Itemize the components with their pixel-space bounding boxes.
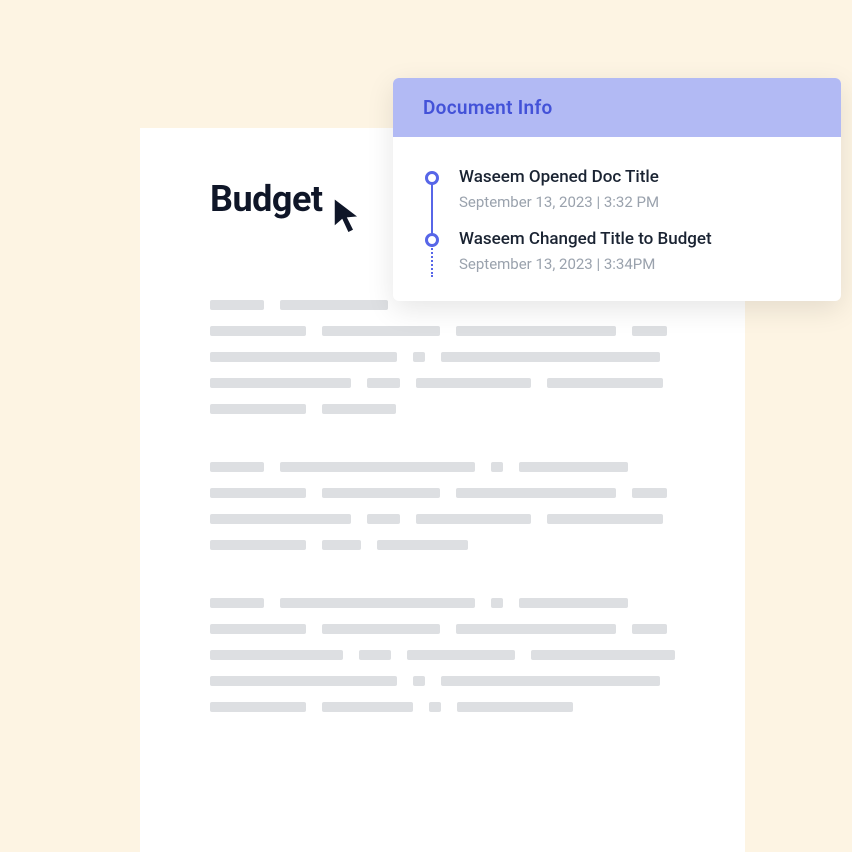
- event-timestamp: September 13, 2023 | 3:34PM: [459, 255, 811, 273]
- event-title: Waseem Changed Title to Budget: [459, 229, 811, 249]
- document-info-panel: Document Info Waseem Opened Doc Title Se…: [393, 78, 841, 301]
- placeholder-paragraph: [210, 462, 675, 550]
- timeline-event[interactable]: Waseem Changed Title to Budget September…: [423, 229, 811, 273]
- event-timestamp: September 13, 2023 | 3:32 PM: [459, 193, 811, 211]
- timeline-dot-icon: [425, 233, 439, 247]
- info-panel-header: Document Info: [393, 78, 841, 137]
- timeline-connector: [431, 245, 433, 277]
- timeline-dot-icon: [425, 171, 439, 185]
- timeline-connector: [431, 183, 433, 237]
- placeholder-paragraph: [210, 300, 675, 414]
- event-title: Waseem Opened Doc Title: [459, 167, 811, 187]
- info-panel-body: Waseem Opened Doc Title September 13, 20…: [393, 137, 841, 301]
- timeline-event[interactable]: Waseem Opened Doc Title September 13, 20…: [423, 167, 811, 229]
- placeholder-paragraph: [210, 598, 675, 712]
- cursor-icon: [330, 195, 366, 237]
